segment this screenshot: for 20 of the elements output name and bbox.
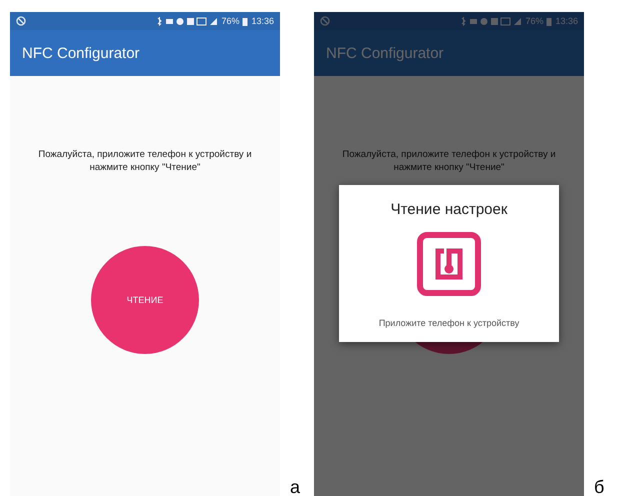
dialog-title: Чтение настроек	[390, 201, 508, 218]
status-time: 13:36	[251, 16, 274, 26]
status-icons-drawing	[460, 16, 522, 26]
battery-percent: 76%	[221, 16, 240, 26]
panel-label: б	[594, 478, 604, 496]
app-title: NFC Configurator	[22, 44, 140, 62]
panel-label: а	[290, 478, 300, 496]
instruction-text: Пожалуйста, приложите телефон к устройству и нажмите кнопку "Чтение"	[37, 148, 253, 174]
instruction-text: Пожалуйста, приложите телефон к устройству и нажмите кнопку "Чтение"	[341, 148, 557, 174]
nfc-icon	[417, 232, 482, 296]
status-icon	[320, 16, 330, 26]
battery-icon	[546, 16, 552, 26]
battery-percent: 76%	[525, 16, 544, 26]
status-time: 13:36	[555, 16, 578, 26]
status-icon	[16, 16, 26, 26]
read-button[interactable]: ЧТЕНИЕ	[91, 246, 199, 354]
dialog-message: Приложите телефон к устройству	[378, 318, 520, 328]
status-icons-drawing	[156, 16, 218, 26]
app-title: NFC Configurator	[326, 44, 444, 62]
battery-icon	[242, 16, 248, 26]
